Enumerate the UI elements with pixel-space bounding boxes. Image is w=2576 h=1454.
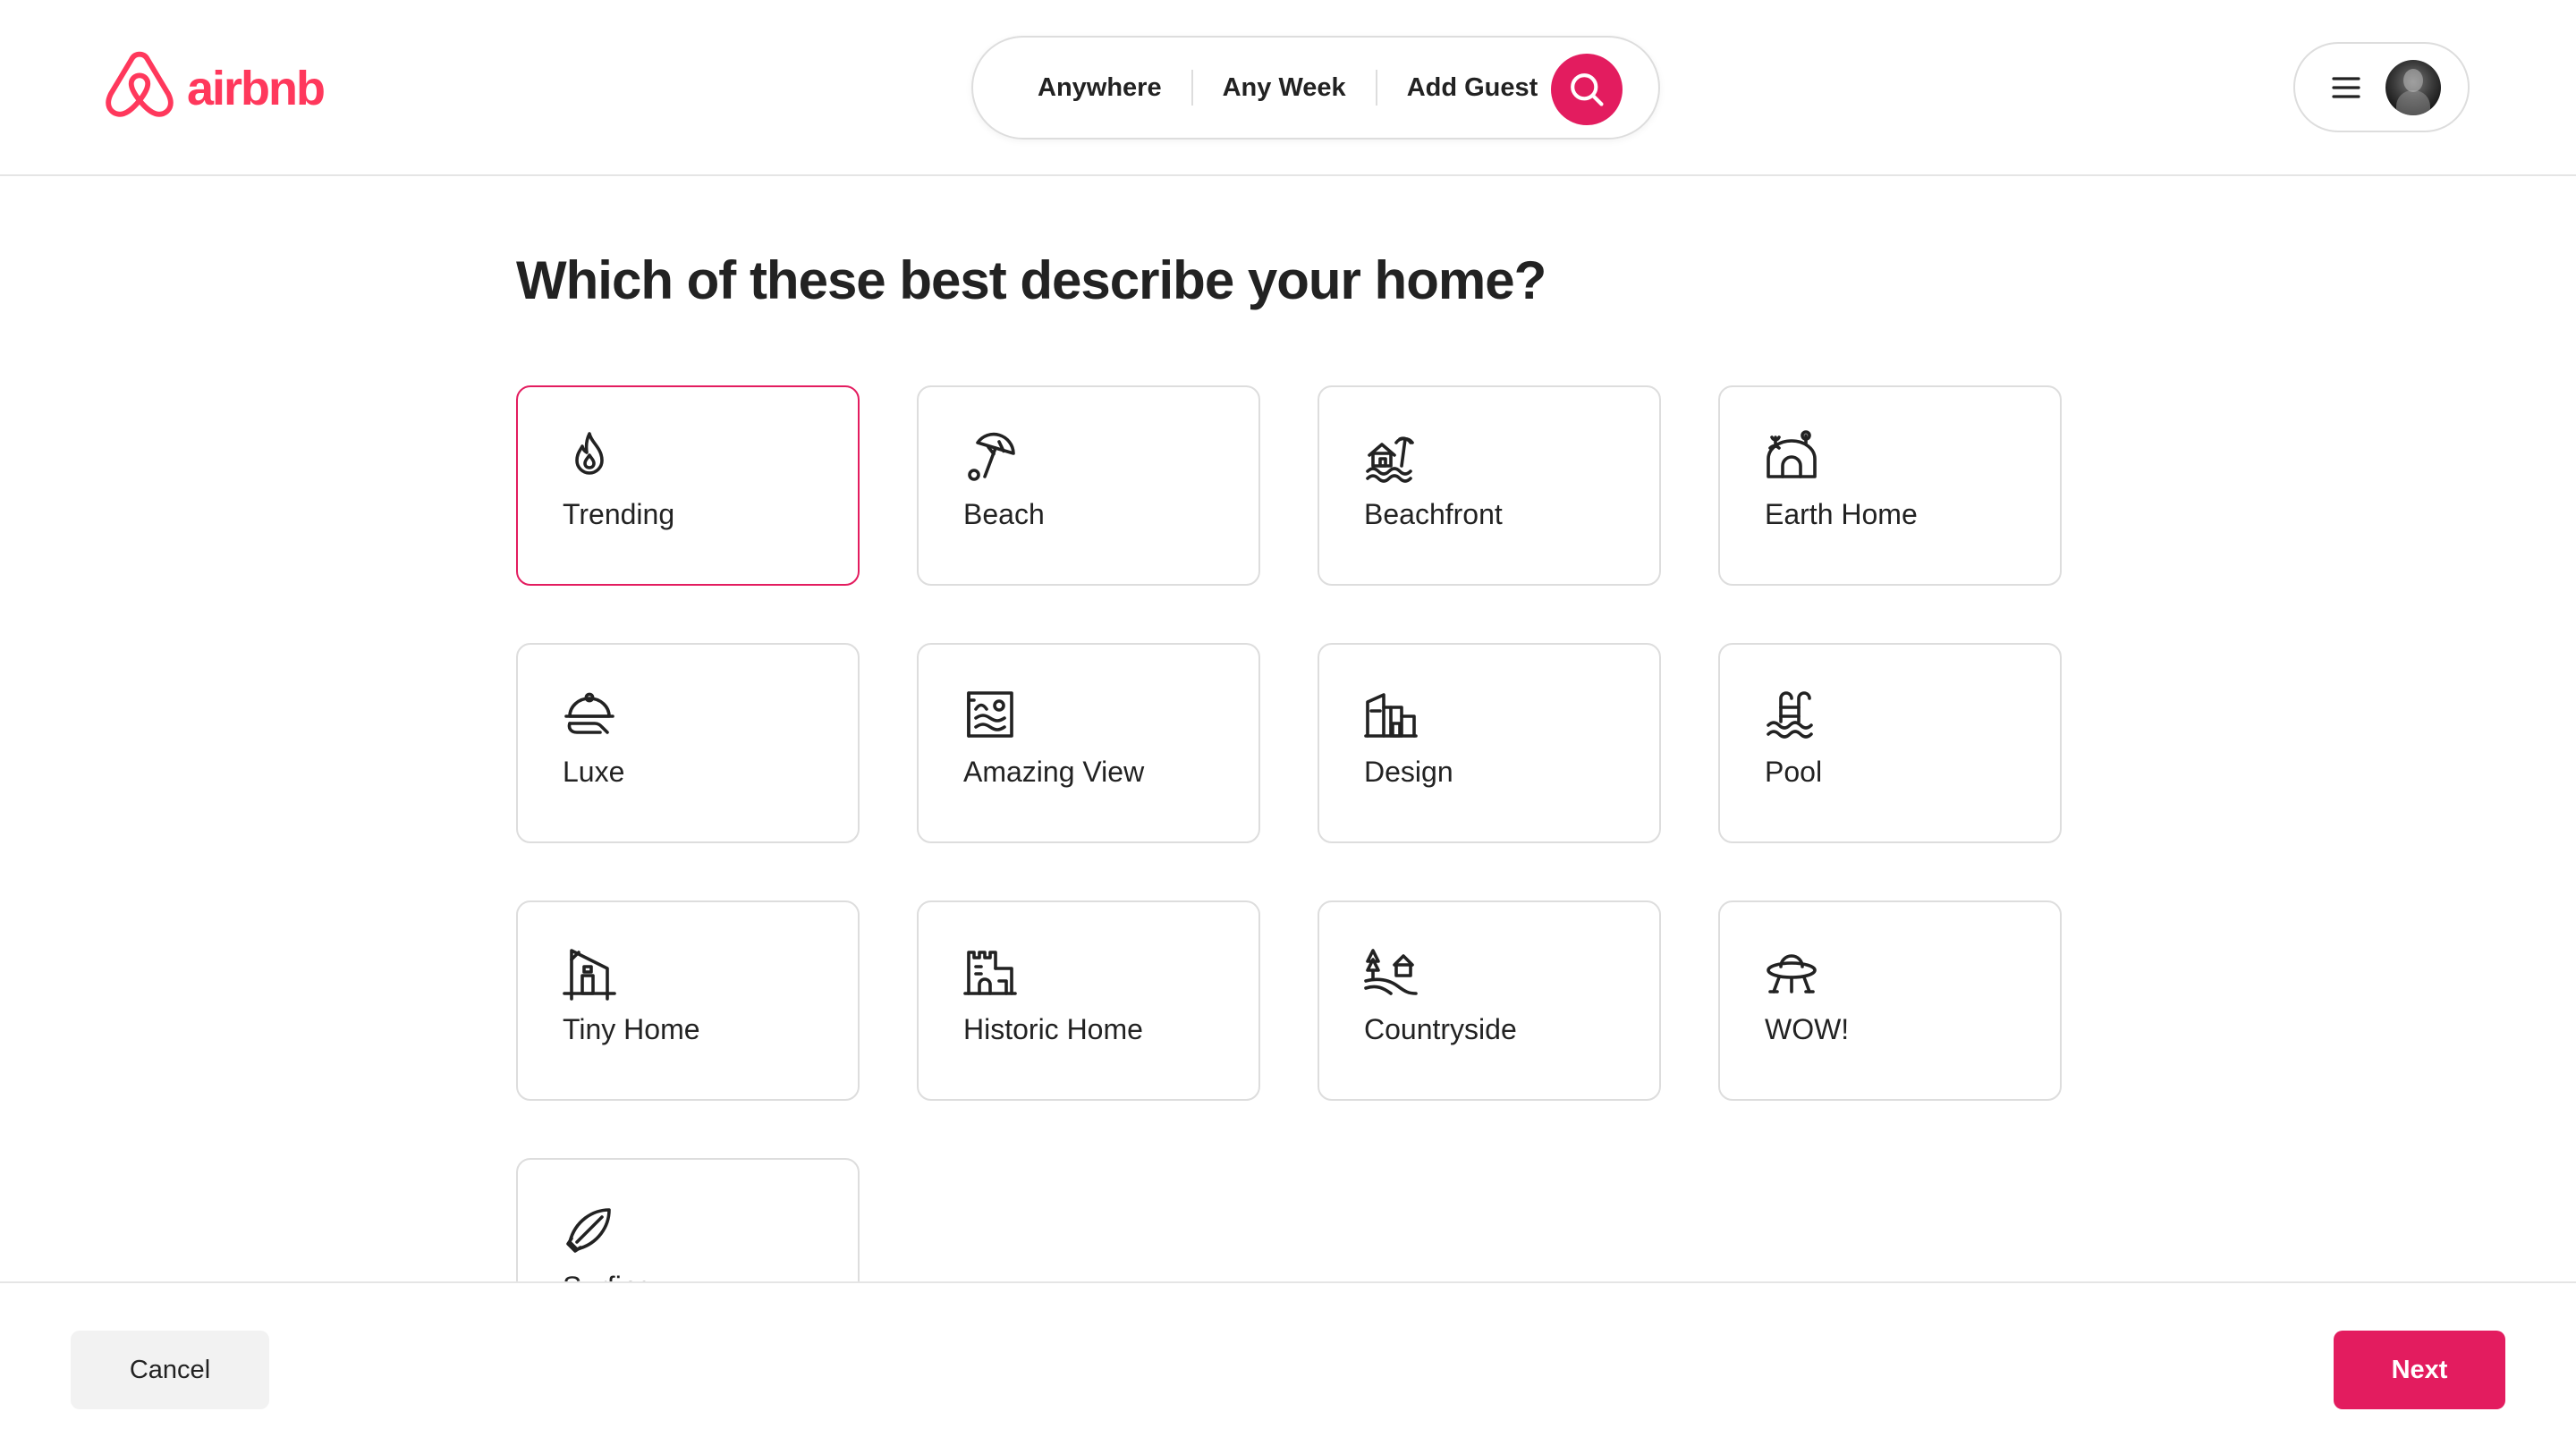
category-label: Historic Home (963, 1013, 1143, 1045)
category-label: Trending (563, 498, 675, 530)
category-label: Beach (963, 498, 1045, 530)
pool-ladder-icon (1763, 686, 1820, 743)
modern-building-icon (1362, 686, 1419, 743)
category-card-tiny-home[interactable]: Tiny Home (516, 900, 860, 1101)
countryside-icon (1362, 943, 1419, 1001)
hamburger-icon (2331, 74, 2361, 101)
cancel-button[interactable]: Cancel (71, 1331, 269, 1409)
search-bar[interactable]: Anywhere Any Week Add Guest (971, 36, 1660, 139)
category-card-design[interactable]: Design (1318, 643, 1661, 843)
search-divider (1375, 70, 1377, 106)
search-button[interactable] (1551, 54, 1623, 125)
user-menu-button[interactable] (2293, 42, 2470, 132)
category-card-surfing[interactable]: Surfing (516, 1158, 860, 1281)
search-icon (1571, 73, 1604, 106)
beach-umbrella-icon (962, 428, 1019, 486)
page-title: Which of these best describe your home? (516, 250, 1546, 310)
airbnb-logo-icon (106, 51, 174, 117)
app-root: airbnb Anywhere Any Week Add Guest Which… (0, 0, 2576, 1454)
category-label: Luxe (563, 756, 625, 788)
category-card-pool[interactable]: Pool (1718, 643, 2062, 843)
cloche-icon (561, 686, 618, 743)
category-card-countryside[interactable]: Countryside (1318, 900, 1661, 1101)
category-label: Design (1364, 756, 1453, 788)
category-card-earth-home[interactable]: Earth Home (1718, 385, 2062, 586)
surfboard-icon (561, 1201, 618, 1258)
main-content: Which of these best describe your home? … (0, 178, 2576, 1281)
top-header: airbnb Anywhere Any Week Add Guest (0, 0, 2576, 176)
landscape-frame-icon (962, 686, 1019, 743)
category-card-wow[interactable]: WOW! (1718, 900, 2062, 1101)
flame-icon (561, 428, 618, 486)
brand-wordmark: airbnb (187, 62, 326, 115)
category-card-historic-home[interactable]: Historic Home (917, 900, 1260, 1101)
search-where[interactable]: Anywhere (1038, 73, 1162, 103)
category-label: Amazing View (963, 756, 1145, 788)
category-label: Surfing (563, 1271, 653, 1281)
category-label: Tiny Home (563, 1013, 700, 1045)
category-card-luxe[interactable]: Luxe (516, 643, 860, 843)
search-who[interactable]: Add Guest (1407, 73, 1538, 103)
search-when[interactable]: Any Week (1223, 73, 1346, 103)
tiny-home-icon (561, 943, 618, 1001)
footer-bar: Cancel Next (0, 1281, 2576, 1454)
category-label: WOW! (1765, 1013, 1850, 1045)
category-label: Countryside (1364, 1013, 1517, 1045)
category-label: Beachfront (1364, 498, 1503, 530)
avatar[interactable] (2385, 60, 2441, 115)
category-card-trending[interactable]: Trending (516, 385, 860, 586)
beachfront-icon (1362, 428, 1419, 486)
category-card-beachfront[interactable]: Beachfront (1318, 385, 1661, 586)
ufo-icon (1763, 943, 1820, 1001)
next-button[interactable]: Next (2334, 1331, 2505, 1409)
category-label: Earth Home (1765, 498, 1918, 530)
category-card-amazing-view[interactable]: Amazing View (917, 643, 1260, 843)
earth-home-icon (1763, 428, 1820, 486)
airbnb-logo[interactable]: airbnb (105, 51, 326, 126)
category-label: Pool (1765, 756, 1823, 788)
search-divider (1191, 70, 1193, 106)
castle-icon (962, 943, 1019, 1001)
category-card-beach[interactable]: Beach (917, 385, 1260, 586)
